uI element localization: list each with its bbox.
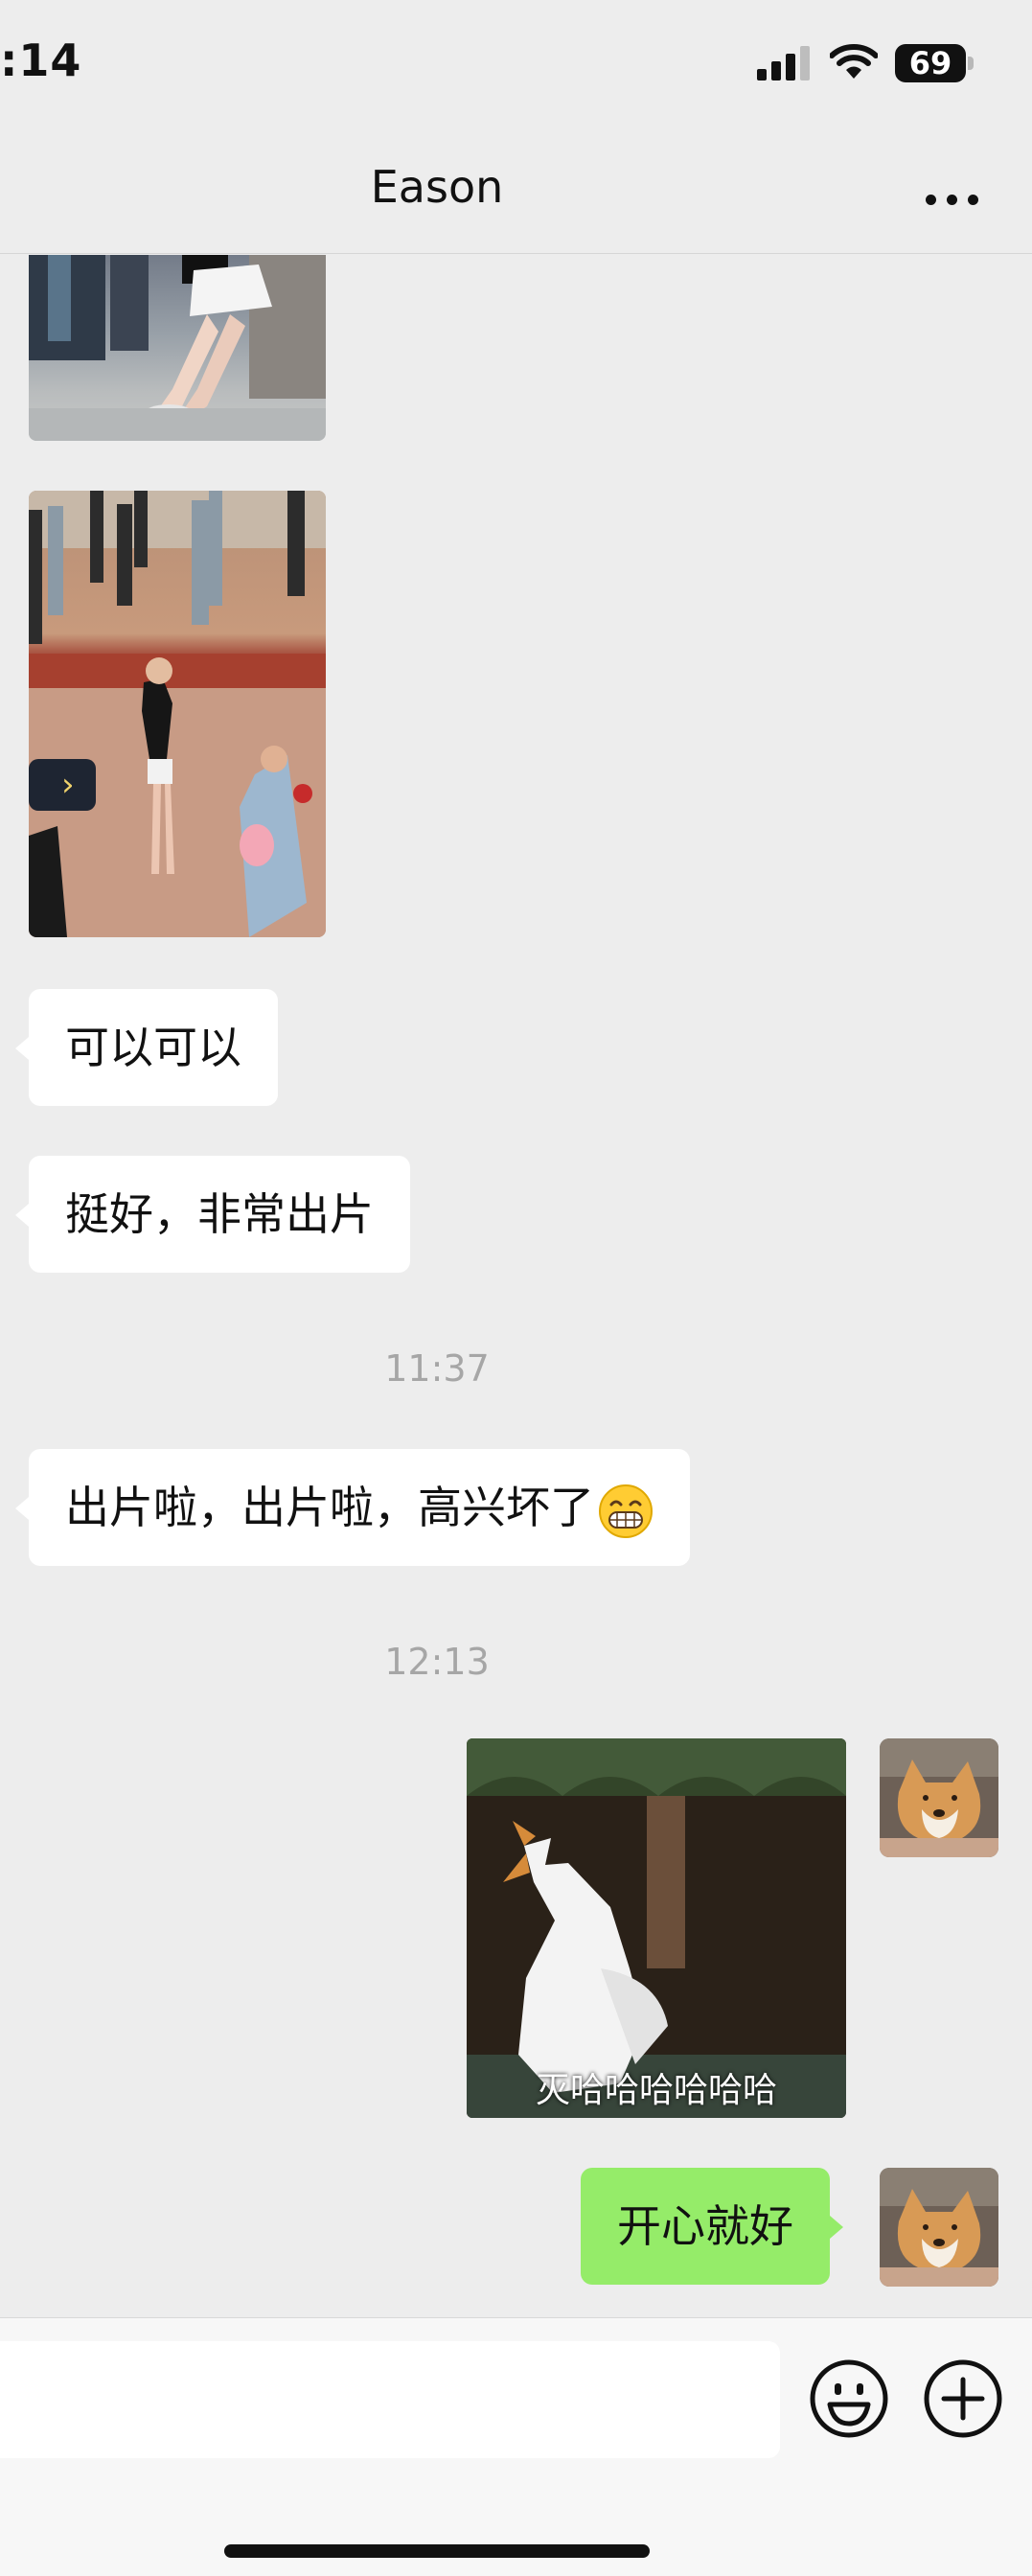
- sticker-message[interactable]: 灭哈哈哈哈哈哈: [467, 1738, 846, 2118]
- chat-header: Eason: [0, 125, 1032, 254]
- shiba-avatar-image: [880, 2168, 998, 2287]
- wifi-icon: [830, 44, 878, 79]
- more-icon: [968, 195, 978, 205]
- message-text: 出片啦，出片啦，高兴坏了: [65, 1482, 594, 1533]
- avatar[interactable]: [880, 2168, 998, 2287]
- battery-level: 69: [908, 45, 952, 81]
- message-bubble-received[interactable]: 可以可以: [15, 989, 278, 1106]
- chat-screen: :14 69 Eason › 可以可以 挺好，非常出片 11:37 出片啦，出片…: [0, 0, 1032, 2576]
- home-indicator: [224, 2544, 650, 2558]
- smiley-icon[interactable]: [809, 2358, 889, 2439]
- sticker-caption: 灭哈哈哈哈哈哈: [535, 2071, 777, 2110]
- message-input[interactable]: [0, 2341, 780, 2458]
- image-message[interactable]: ›: [29, 491, 326, 937]
- contact-name: Eason: [370, 161, 504, 213]
- signal-icon: [757, 46, 810, 80]
- svg-text:›: ›: [61, 766, 75, 804]
- battery-icon: 69: [895, 44, 974, 82]
- photo-thumbnail: [29, 255, 326, 441]
- seagull-sticker-image: [467, 1738, 846, 2118]
- timestamp: 11:37: [384, 1347, 490, 1390]
- battery-cap: [968, 57, 974, 70]
- message-list[interactable]: › 可以可以 挺好，非常出片 11:37 出片啦，出片啦，高兴坏了 12:13: [0, 255, 1032, 2317]
- message-input-bar: [0, 2317, 1032, 2576]
- message-bubble-received[interactable]: 挺好，非常出片: [15, 1156, 410, 1273]
- plus-circle-icon[interactable]: [923, 2358, 1003, 2439]
- more-icon: [926, 195, 936, 205]
- photo-thumbnail: ›: [29, 491, 326, 937]
- message-bubble-received[interactable]: 出片啦，出片啦，高兴坏了: [15, 1449, 690, 1566]
- message-bubble-sent[interactable]: 开心就好: [581, 2168, 843, 2285]
- image-message[interactable]: [29, 255, 326, 441]
- shiba-avatar-image: [880, 1738, 998, 1857]
- more-icon: [947, 195, 957, 205]
- timestamp: 12:13: [384, 1641, 490, 1683]
- status-time: :14: [0, 34, 82, 86]
- more-button[interactable]: [918, 182, 987, 217]
- status-bar: :14 69: [0, 0, 1032, 125]
- avatar[interactable]: [880, 1738, 998, 1857]
- grinning-face-icon: [599, 1484, 653, 1538]
